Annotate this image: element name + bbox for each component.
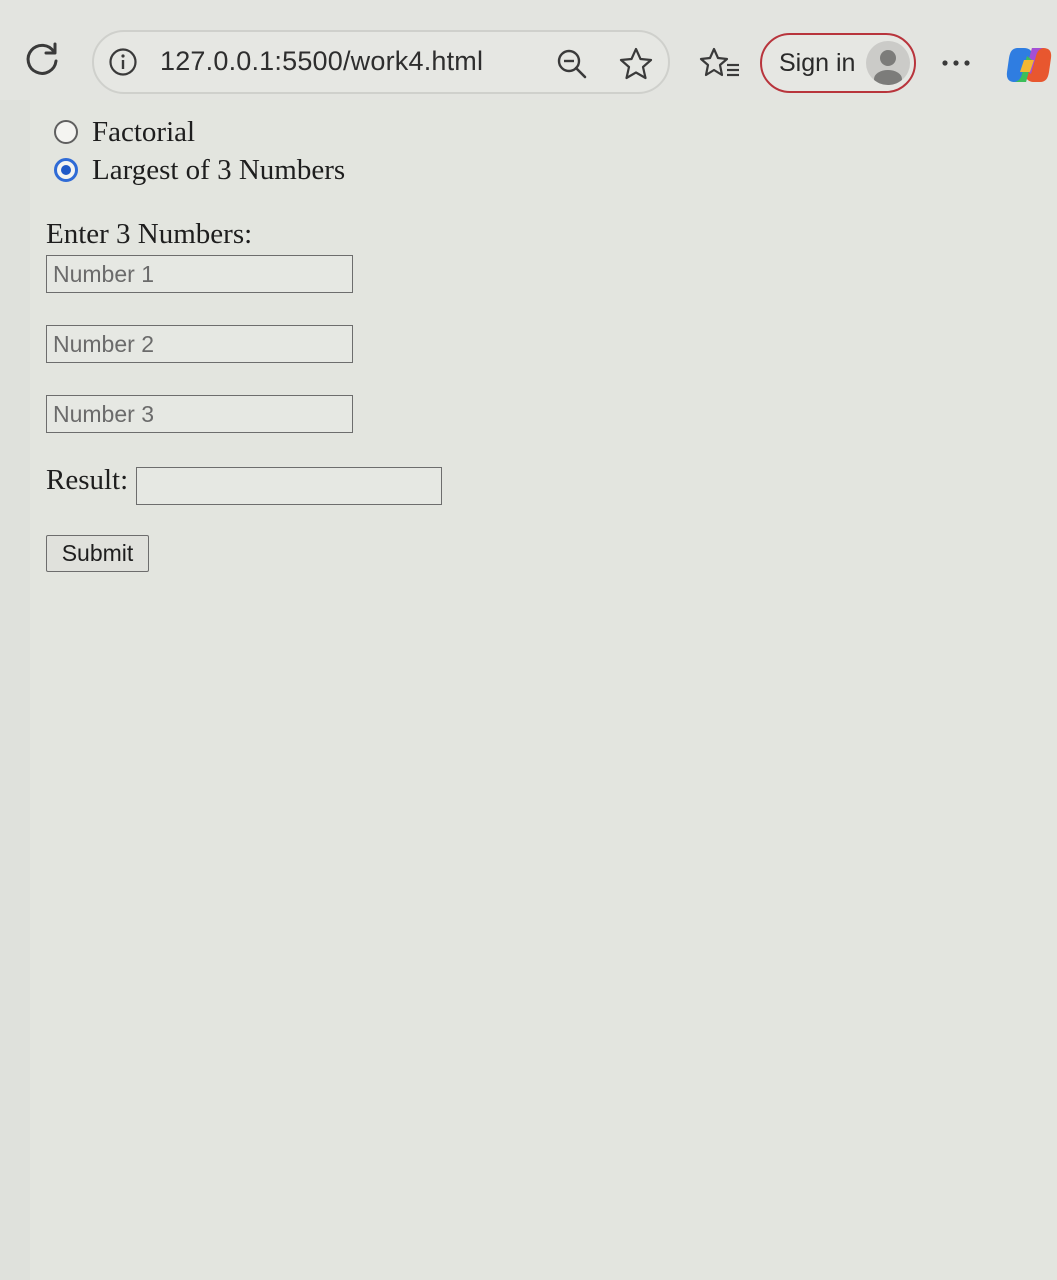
radio-factorial[interactable]: Factorial: [54, 115, 195, 149]
result-label: Result:: [46, 464, 129, 496]
page-content: Factorial Largest of 3 Numbers Enter 3 N…: [30, 100, 1057, 1280]
radio-label-factorial: Factorial: [92, 115, 196, 148]
number-1-input[interactable]: [46, 255, 353, 293]
address-bar[interactable]: 127.0.0.1:5500/work4.html: [92, 30, 670, 94]
radio-largest[interactable]: Largest of 3 Numbers: [54, 153, 345, 187]
submit-button[interactable]: Submit: [46, 535, 149, 572]
sign-in-button[interactable]: Sign in: [760, 33, 916, 93]
info-icon[interactable]: [108, 47, 138, 77]
copilot-icon[interactable]: [1004, 40, 1054, 90]
url-text[interactable]: 127.0.0.1:5500/work4.html: [160, 46, 483, 77]
number-2-input[interactable]: [46, 325, 353, 363]
avatar: [866, 41, 910, 85]
radio-button-factorial[interactable]: [54, 120, 78, 144]
result-field[interactable]: [136, 467, 442, 505]
sign-in-label: Sign in: [779, 49, 856, 77]
more-icon[interactable]: [934, 48, 978, 78]
number-3-input[interactable]: [46, 395, 353, 433]
zoom-out-icon[interactable]: [554, 46, 590, 82]
browser-toolbar: 127.0.0.1:5500/work4.html Sign in: [0, 0, 1057, 100]
favorites-icon[interactable]: [698, 44, 742, 84]
reload-icon[interactable]: [22, 38, 62, 78]
star-icon[interactable]: [616, 44, 656, 84]
radio-label-largest: Largest of 3 Numbers: [92, 153, 346, 186]
section-label: Enter 3 Numbers:: [46, 218, 253, 250]
radio-button-largest[interactable]: [54, 158, 78, 182]
